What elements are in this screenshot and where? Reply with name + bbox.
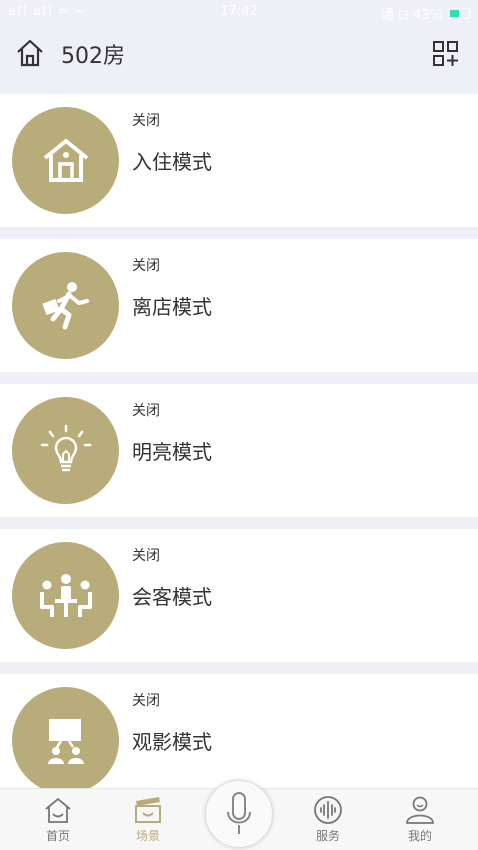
- user-icon: [406, 796, 434, 824]
- scene-card-checkout[interactable]: 关闭 离店模式: [0, 239, 478, 372]
- tab-scenes-label: 场景: [135, 829, 160, 843]
- scene-status: 关闭: [132, 113, 160, 129]
- running-person-icon: [42, 281, 89, 329]
- scene-icon-circle: [12, 542, 119, 649]
- lightbulb-icon: [40, 424, 91, 471]
- scene-status: 关闭: [132, 693, 160, 709]
- status-right: 通 ⊡ 43%: [381, 4, 470, 23]
- tab-service[interactable]: 服务: [298, 793, 358, 844]
- scene-status: 关闭: [132, 548, 160, 564]
- house-icon: [43, 138, 88, 182]
- tab-mine[interactable]: 我的: [390, 793, 450, 844]
- status-bar: atl atl ≈ ∼ 17:42 通 ⊡ 43%: [0, 0, 478, 24]
- tab-service-label: 服务: [315, 829, 340, 843]
- scene-icon-circle: [12, 252, 119, 359]
- scene-icon-circle: [12, 397, 119, 504]
- scene-status: 关闭: [132, 403, 160, 419]
- clapperboard-icon: [135, 797, 161, 823]
- tab-home[interactable]: 首页: [28, 793, 88, 844]
- home-button[interactable]: [14, 37, 46, 69]
- scene-name: 明亮模式: [132, 440, 212, 464]
- tab-home-label: 首页: [45, 829, 70, 843]
- tab-mine-label: 我的: [407, 829, 432, 843]
- scene-name: 离店模式: [132, 295, 212, 319]
- movie-screen-icon: [47, 718, 84, 764]
- scene-card-meeting[interactable]: 关闭 会客模式: [0, 529, 478, 662]
- microphone-icon: [227, 792, 251, 834]
- grid-add-icon: [433, 41, 458, 66]
- scene-list: 关闭 入住模式 关闭 离店模式 关闭 明亮模式 关闭 会客模式 关闭 观影模式: [0, 94, 478, 819]
- scene-name: 会客模式: [132, 585, 212, 609]
- room-title: 502房: [61, 44, 125, 69]
- scene-status: 关闭: [132, 258, 160, 274]
- meeting-icon: [39, 573, 92, 617]
- battery-icon: [448, 8, 470, 19]
- tab-scenes[interactable]: 场景: [118, 793, 178, 844]
- voice-button[interactable]: [205, 780, 273, 848]
- scene-icon-circle: [12, 687, 119, 794]
- scene-name: 观影模式: [132, 730, 212, 754]
- home-smile-icon: [45, 797, 71, 823]
- header: 502房: [0, 24, 478, 86]
- scene-icon-circle: [12, 107, 119, 214]
- add-scene-button[interactable]: [432, 40, 460, 68]
- scene-card-checkin[interactable]: 关闭 入住模式: [0, 94, 478, 227]
- battery-text: 通 ⊡ 43%: [380, 8, 442, 23]
- scene-card-bright[interactable]: 关闭 明亮模式: [0, 384, 478, 517]
- home-icon: [17, 39, 43, 67]
- voice-wave-icon: [314, 796, 342, 824]
- scene-name: 入住模式: [132, 150, 212, 174]
